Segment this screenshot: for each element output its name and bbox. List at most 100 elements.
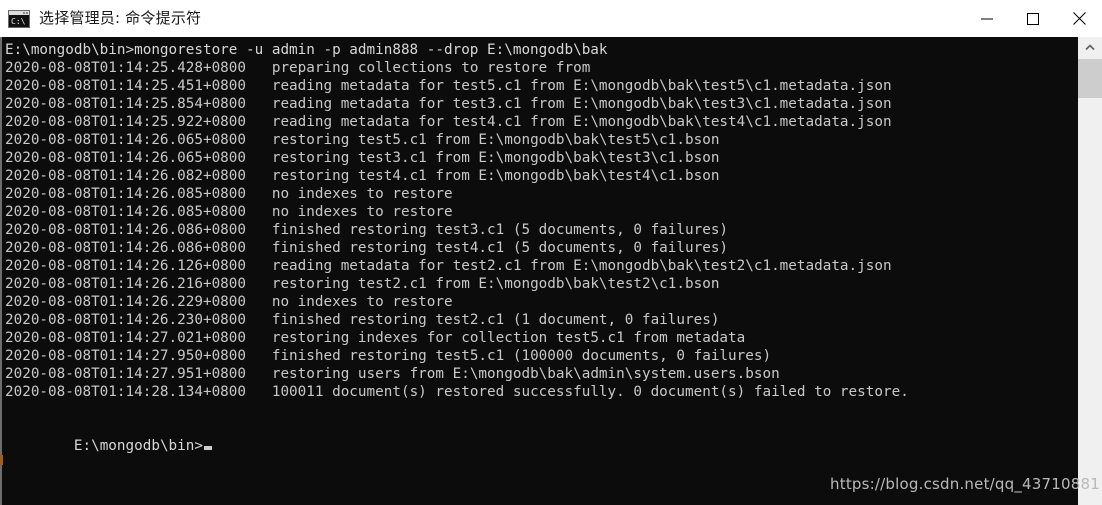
log-timestamp: 2020-08-08T01:14:25.922+0800	[5, 114, 247, 130]
watermark: https://blog.csdn.net/qq_43710881	[830, 475, 1100, 493]
log-message: 100011 document(s) restored successfully…	[271, 384, 909, 400]
console-log-line: 2020-08-08T01:14:26.065+0800 restoring t…	[5, 131, 1077, 149]
log-message: restoring indexes for collection test5.c…	[271, 330, 746, 346]
log-message: finished restoring test4.c1 (5 documents…	[271, 240, 729, 256]
console-log-line: 2020-08-08T01:14:26.082+0800 restoring t…	[5, 167, 1077, 185]
console-output: E:\mongodb\bin>mongorestore -u admin -p …	[5, 41, 1077, 401]
console-log-line: 2020-08-08T01:14:26.126+0800 reading met…	[5, 257, 1077, 275]
log-timestamp: 2020-08-08T01:14:26.126+0800	[5, 258, 247, 274]
window-controls	[964, 0, 1102, 37]
log-gap	[246, 240, 272, 256]
minimize-icon	[981, 18, 993, 19]
prompt-text: E:\mongodb\bin>	[73, 438, 203, 454]
log-timestamp: 2020-08-08T01:14:26.230+0800	[5, 312, 247, 328]
log-message: finished restoring test5.c1 (100000 docu…	[271, 348, 772, 364]
console-log-line: 2020-08-08T01:14:26.086+0800 finished re…	[5, 239, 1077, 257]
shell-prompt-line: E:\mongodb\bin>	[5, 419, 212, 473]
console-log-line: 2020-08-08T01:14:26.229+0800 no indexes …	[5, 293, 1077, 311]
window-title: 选择管理员: 命令提示符	[39, 9, 202, 27]
maximize-button[interactable]	[1010, 0, 1056, 37]
log-message: reading metadata for test4.c1 from E:\mo…	[271, 114, 892, 130]
log-timestamp: 2020-08-08T01:14:26.216+0800	[5, 276, 247, 292]
log-gap	[246, 258, 272, 274]
log-message: restoring test5.c1 from E:\mongodb\bak\t…	[271, 132, 720, 148]
console-log-line: 2020-08-08T01:14:26.085+0800 no indexes …	[5, 185, 1077, 203]
log-timestamp: 2020-08-08T01:14:26.065+0800	[5, 132, 247, 148]
console-log-line: 2020-08-08T01:14:26.085+0800 no indexes …	[5, 203, 1077, 221]
log-gap	[246, 60, 272, 76]
log-gap	[246, 366, 272, 382]
scroll-up-arrow-icon[interactable]	[1078, 37, 1102, 57]
log-timestamp: 2020-08-08T01:14:26.229+0800	[5, 294, 247, 310]
log-gap	[246, 186, 272, 202]
log-timestamp: 2020-08-08T01:14:26.086+0800	[5, 222, 247, 238]
console-log-line: 2020-08-08T01:14:27.950+0800 finished re…	[5, 347, 1077, 365]
svg-text:C:\: C:\	[11, 17, 26, 26]
console-log-line: 2020-08-08T01:14:25.922+0800 reading met…	[5, 113, 1077, 131]
log-gap	[246, 204, 272, 220]
log-message: finished restoring test2.c1 (1 document,…	[271, 312, 720, 328]
console-log-line: 2020-08-08T01:14:26.086+0800 finished re…	[5, 221, 1077, 239]
log-timestamp: 2020-08-08T01:14:27.951+0800	[5, 366, 247, 382]
log-message: finished restoring test3.c1 (5 documents…	[271, 222, 729, 238]
log-gap	[246, 114, 272, 130]
title-bar[interactable]: C:\ 选择管理员: 命令提示符	[0, 0, 1102, 37]
log-gap	[246, 150, 272, 166]
log-gap	[246, 312, 272, 328]
log-timestamp: 2020-08-08T01:14:26.085+0800	[5, 186, 247, 202]
console-log-line: 2020-08-08T01:14:26.216+0800 restoring t…	[5, 275, 1077, 293]
log-timestamp: 2020-08-08T01:14:26.085+0800	[5, 204, 247, 220]
console-area[interactable]: E:\mongodb\bin>mongorestore -u admin -p …	[0, 37, 1102, 505]
text-cursor	[204, 446, 212, 450]
log-message: restoring test3.c1 from E:\mongodb\bak\t…	[271, 150, 720, 166]
maximize-icon	[1027, 12, 1039, 25]
console-log-line: 2020-08-08T01:14:27.021+0800 restoring i…	[5, 329, 1077, 347]
log-timestamp: 2020-08-08T01:14:25.451+0800	[5, 78, 247, 94]
log-gap	[246, 276, 272, 292]
log-message: reading metadata for test3.c1 from E:\mo…	[271, 96, 892, 112]
log-message: reading metadata for test5.c1 from E:\mo…	[271, 78, 892, 94]
log-timestamp: 2020-08-08T01:14:28.134+0800	[5, 384, 247, 400]
console-log-line: 2020-08-08T01:14:26.230+0800 finished re…	[5, 311, 1077, 329]
window-left-accent	[0, 455, 3, 465]
console-log-line: 2020-08-08T01:14:27.951+0800 restoring u…	[5, 365, 1077, 383]
console-log-line: 2020-08-08T01:14:28.134+0800 100011 docu…	[5, 383, 1077, 401]
command-prompt-window: C:\ 选择管理员: 命令提示符 E:\mongodb\bin>mongores…	[0, 0, 1102, 505]
log-timestamp: 2020-08-08T01:14:26.086+0800	[5, 240, 247, 256]
log-gap	[246, 294, 272, 310]
log-message: no indexes to restore	[271, 204, 453, 220]
log-gap	[246, 330, 272, 346]
close-icon	[1072, 12, 1086, 25]
log-gap	[246, 168, 272, 184]
console-log-line: 2020-08-08T01:14:26.065+0800 restoring t…	[5, 149, 1077, 167]
console-log-line: 2020-08-08T01:14:25.854+0800 reading met…	[5, 95, 1077, 113]
log-gap	[246, 132, 272, 148]
log-timestamp: 2020-08-08T01:14:25.428+0800	[5, 60, 247, 76]
log-message: restoring test4.c1 from E:\mongodb\bak\t…	[271, 168, 720, 184]
log-message: no indexes to restore	[271, 186, 453, 202]
log-gap	[246, 78, 272, 94]
minimize-button[interactable]	[964, 0, 1010, 37]
log-timestamp: 2020-08-08T01:14:25.854+0800	[5, 96, 247, 112]
log-timestamp: 2020-08-08T01:14:27.021+0800	[5, 330, 247, 346]
log-gap	[246, 384, 272, 400]
log-timestamp: 2020-08-08T01:14:27.950+0800	[5, 348, 247, 364]
log-message: reading metadata for test2.c1 from E:\mo…	[271, 258, 892, 274]
cmd-console-icon: C:\	[8, 9, 30, 28]
close-button[interactable]	[1056, 0, 1102, 37]
vertical-scrollbar[interactable]	[1078, 37, 1102, 505]
log-gap	[246, 222, 272, 238]
console-text-surface[interactable]: E:\mongodb\bin>mongorestore -u admin -p …	[0, 37, 1078, 505]
console-log-line: 2020-08-08T01:14:25.451+0800 reading met…	[5, 77, 1077, 95]
log-timestamp: 2020-08-08T01:14:26.082+0800	[5, 168, 247, 184]
log-message: no indexes to restore	[271, 294, 453, 310]
log-message: preparing collections to restore from	[271, 60, 591, 76]
console-command-line: E:\mongodb\bin>mongorestore -u admin -p …	[5, 42, 608, 58]
log-gap	[246, 348, 272, 364]
log-gap	[246, 96, 272, 112]
scrollbar-thumb[interactable]	[1078, 59, 1102, 98]
log-message: restoring test2.c1 from E:\mongodb\bak\t…	[271, 276, 720, 292]
log-message: restoring users from E:\mongodb\bak\admi…	[271, 366, 780, 382]
log-timestamp: 2020-08-08T01:14:26.065+0800	[5, 150, 247, 166]
console-log-line: 2020-08-08T01:14:25.428+0800 preparing c…	[5, 59, 1077, 77]
